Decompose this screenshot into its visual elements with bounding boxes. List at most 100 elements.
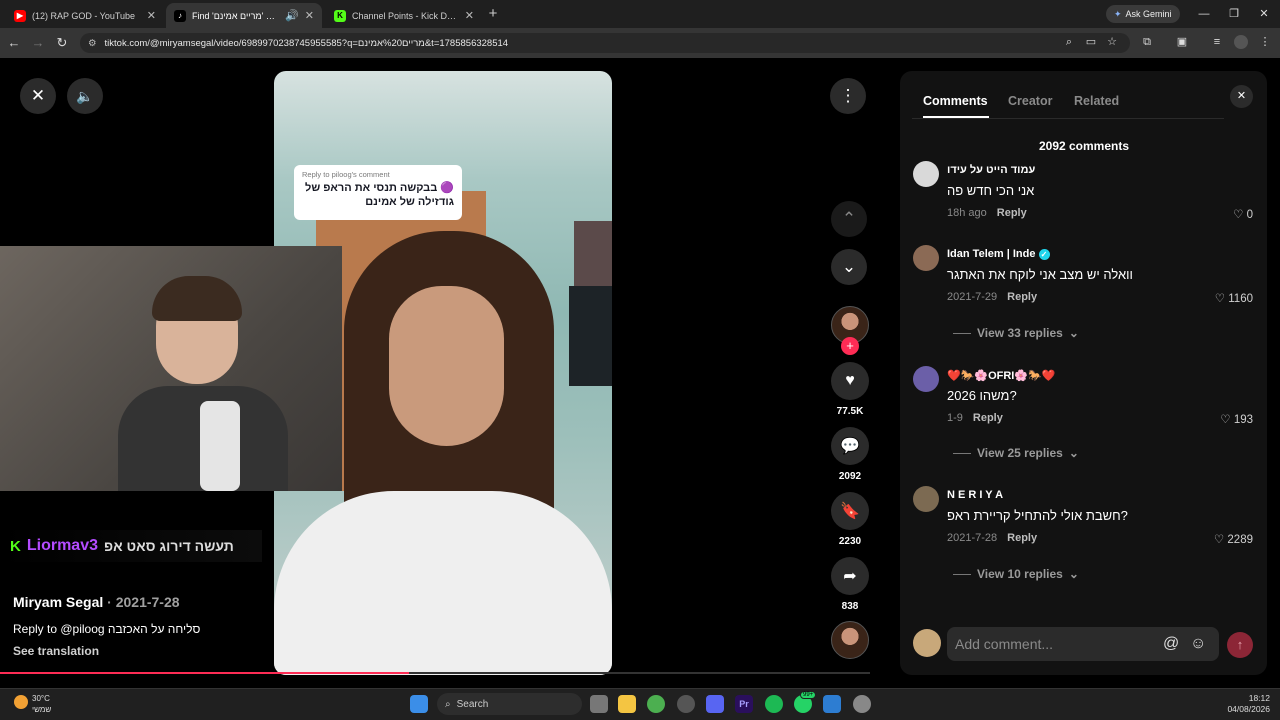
view-replies-button[interactable]: View 10 replies ⌄ [953, 567, 1079, 581]
tab-youtube[interactable]: ▶ (12) RAP GOD - YouTube ✕ [6, 3, 164, 28]
mention-icon[interactable]: @ [1163, 627, 1179, 661]
sound-avatar-button[interactable] [830, 621, 870, 659]
premiere-icon[interactable]: Pr [735, 695, 753, 713]
settings-icon[interactable] [853, 695, 871, 713]
whatsapp-icon[interactable]: 99+ [794, 691, 817, 713]
file-explorer-icon[interactable] [618, 695, 636, 713]
save-count: 2230 [838, 536, 862, 547]
app-icon[interactable] [823, 695, 841, 713]
forward-icon[interactable]: → [30, 35, 46, 51]
comment-author[interactable]: N E R I Y A [947, 489, 1003, 501]
tab-label: Find 'מריים אמינם' on TikTo [192, 10, 279, 21]
video-progress-bar[interactable] [0, 672, 870, 674]
view-replies-button[interactable]: View 25 replies ⌄ [953, 446, 1079, 460]
tab-kick-dashboard[interactable]: K Channel Points - Kick Dashboard ✕ [326, 3, 482, 28]
caption-mention[interactable]: Reply to @piloog [13, 622, 105, 636]
send-comment-button[interactable]: ↑ [1227, 632, 1253, 658]
post-date: 2021-7-28 [115, 594, 180, 610]
comment-author[interactable]: ❤️🐎🌸OFRI🌸🐎❤️ [947, 369, 1055, 382]
share-button[interactable]: ➦ 838 [830, 557, 870, 612]
sound-avatar [831, 621, 869, 659]
back-icon[interactable]: ← [6, 35, 22, 51]
close-window-icon[interactable]: ✕ [1256, 6, 1272, 22]
system-clock[interactable]: 18:12 04/08/2026 [1210, 693, 1270, 715]
close-tab-icon[interactable]: ✕ [305, 9, 314, 22]
comment-like-button[interactable]: ♡ 1160 [1215, 291, 1253, 305]
reply-button[interactable]: Reply [1007, 532, 1037, 544]
comment-author[interactable]: עמוד הייט על עידו [947, 164, 1035, 176]
previous-video-button[interactable]: ⌃ [831, 201, 867, 237]
clock-date: 04/08/2026 [1227, 704, 1270, 714]
extensions-icon[interactable]: ⧉ [1140, 35, 1154, 49]
close-tab-icon[interactable]: ✕ [147, 9, 156, 22]
like-button[interactable]: ♥ 77.5K [830, 362, 870, 417]
discord-icon[interactable] [706, 695, 724, 713]
emoji-icon[interactable]: ☺ [1190, 627, 1206, 661]
gemini-icon: ✦ [1114, 8, 1122, 19]
zoom-icon[interactable]: ⌕ [1062, 35, 1076, 49]
tab-comments[interactable]: Comments [923, 94, 988, 108]
mute-button[interactable]: 🔈 [67, 78, 103, 114]
comment-like-button[interactable]: ♡ 2289 [1214, 532, 1253, 546]
bookmark-star-icon[interactable]: ☆ [1105, 35, 1119, 49]
windows-taskbar [0, 688, 1280, 720]
search-icon: ⌕ [445, 698, 451, 710]
spotify-icon[interactable] [765, 695, 783, 713]
comment-text: 2026 משהו? [947, 388, 1017, 403]
site-info-icon[interactable]: ⚙ [88, 38, 97, 49]
profile-avatar[interactable] [1234, 35, 1248, 49]
tab-related[interactable]: Related [1074, 94, 1119, 108]
more-options-button[interactable]: ⋮ [830, 78, 866, 114]
save-button[interactable]: 🔖 2230 [830, 492, 870, 547]
chrome-menu-icon[interactable]: ⋮ [1258, 35, 1272, 49]
comment-author[interactable]: Idan Telem | Inde ✓ [947, 248, 1050, 260]
next-video-button[interactable]: ⌄ [831, 249, 867, 285]
creator-avatar-button[interactable]: + [830, 306, 870, 355]
reply-button[interactable]: Reply [997, 207, 1027, 219]
url-text: tiktok.com/@miryamsegal/video/6989970238… [104, 37, 509, 49]
avatar[interactable] [913, 486, 939, 512]
avatar[interactable] [913, 245, 939, 271]
comment-like-button[interactable]: ♡ 193 [1220, 412, 1253, 426]
view-replies-button[interactable]: View 33 replies ⌄ [953, 326, 1079, 340]
follow-plus-icon[interactable]: + [841, 337, 859, 355]
cast-icon[interactable]: ▭ [1084, 35, 1098, 49]
tiktok-icon: ♪ [174, 9, 186, 22]
see-translation-link[interactable]: See translation [13, 644, 99, 658]
close-tab-icon[interactable]: ✕ [465, 9, 474, 22]
author-name[interactable]: Miryam Segal [13, 594, 103, 610]
task-view-icon[interactable] [590, 695, 608, 713]
comment-like-button[interactable]: ♡ 0 [1233, 207, 1253, 221]
weather-widget[interactable]: 30°C שמשי [14, 693, 51, 715]
comments-button[interactable]: 💬 2092 [830, 427, 870, 482]
close-video-button[interactable]: ✕ [20, 78, 56, 114]
address-bar[interactable]: ⚙ tiktok.com/@miryamsegal/video/69899702… [80, 33, 1130, 53]
avatar[interactable] [913, 161, 939, 187]
reply-button[interactable]: Reply [1007, 291, 1037, 303]
sun-icon [14, 695, 28, 709]
reply-button[interactable]: Reply [973, 412, 1003, 424]
add-comment-bar: Add comment... @ ☺ ↑ [913, 627, 1253, 661]
chevron-down-icon: ⌄ [841, 257, 857, 276]
media-controls-icon[interactable]: ≡ [1210, 35, 1224, 49]
windows-start-icon[interactable] [410, 695, 428, 713]
obs-icon[interactable] [677, 695, 695, 713]
avatar[interactable] [913, 366, 939, 392]
tab-tiktok[interactable]: ♪ Find 'מריים אמינם' on TikTo 🔊 ✕ [166, 3, 322, 28]
taskbar-search[interactable]: ⌕ Search [437, 693, 582, 715]
restore-icon[interactable]: ❐ [1226, 6, 1242, 22]
close-panel-button[interactable]: ✕ [1230, 85, 1253, 108]
sidepanel-icon[interactable]: ▣ [1175, 35, 1189, 49]
comment-count-label: 2092 comments [1038, 139, 1130, 153]
minimize-icon[interactable]: — [1196, 6, 1212, 22]
new-tab-button[interactable]: + [484, 5, 502, 23]
ask-gemini-button[interactable]: ✦ Ask Gemini [1106, 5, 1180, 23]
heart-outline-icon: ♡ [1220, 414, 1231, 426]
add-comment-input[interactable]: Add comment... @ ☺ [947, 627, 1219, 661]
comment-item: עמוד הייט על עידו אני הכי חדש פה 18h ago… [913, 161, 1253, 223]
tab-creator[interactable]: Creator [1008, 94, 1052, 108]
heart-outline-icon: ♡ [1233, 209, 1244, 221]
audio-playing-icon[interactable]: 🔊 [285, 9, 299, 22]
reload-icon[interactable]: ↻ [54, 35, 70, 51]
chrome-icon[interactable] [647, 695, 665, 713]
